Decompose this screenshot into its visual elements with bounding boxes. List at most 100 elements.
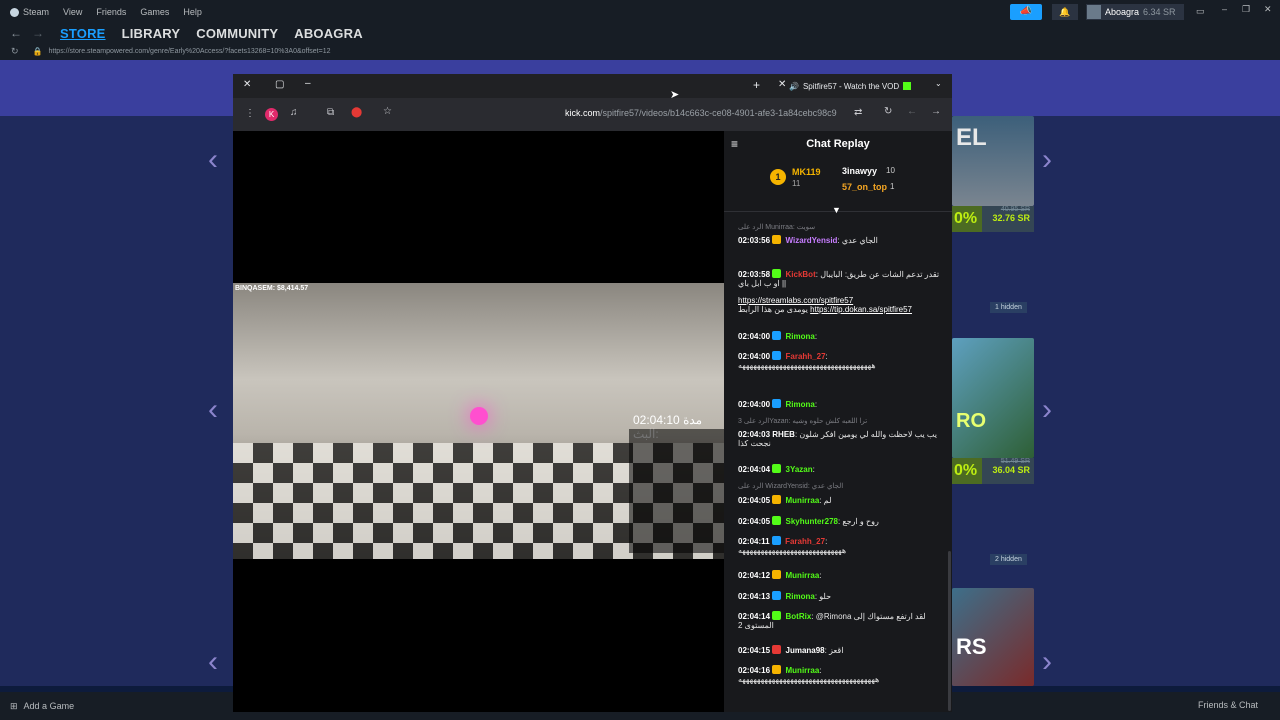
tip-link[interactable]: https://tip.dokan.sa/spitfire57 (810, 305, 912, 314)
maximize-button[interactable]: ❐ (1242, 4, 1250, 15)
minimize-window-icon[interactable]: – (305, 78, 311, 89)
tab-list-icon[interactable]: ⌄ (935, 79, 942, 88)
reload-icon[interactable]: ↻ (11, 46, 19, 57)
message-user[interactable]: Skyhunter278 (786, 517, 838, 526)
profile-avatar[interactable]: K (265, 108, 278, 121)
chat-message: 02:04:14 BotRix: @Rimona لقد ارتفع مستوا… (738, 611, 926, 630)
address-bar[interactable]: kick.com/spitfire57/videos/b14c663c-ce08… (565, 108, 837, 118)
menu-help[interactable]: Help (183, 7, 202, 17)
message-user[interactable]: Rimona (786, 332, 815, 341)
original-price-1: 40.95 SR (1000, 206, 1030, 213)
message-user[interactable]: Munirraa (786, 496, 820, 505)
message-time: 02:04:04 (738, 465, 771, 474)
message-time: 02:04:05 (738, 496, 771, 505)
expand-leaderboard-icon[interactable]: ▼ (832, 205, 841, 215)
nav-store[interactable]: STORE (60, 26, 106, 41)
minimize-button[interactable]: – (1222, 4, 1227, 14)
bell-icon: 🔔 (1059, 7, 1071, 17)
message-user[interactable]: Jumana98 (786, 646, 825, 655)
browser-toolbar: ⋮ K ♫ ⧉ ⬤ ☆ kick.com/spitfire57/videos/b… (233, 98, 952, 131)
game-tile-3-title: RS (956, 634, 987, 659)
bookmark-icon[interactable]: ☆ (383, 106, 392, 117)
chat-scrollbar[interactable] (948, 551, 951, 711)
maximize-window-icon[interactable]: ▢ (275, 79, 284, 90)
sub-badge-icon (771, 536, 781, 545)
menu-dots-icon[interactable]: ⋮ (245, 108, 255, 119)
forward-icon[interactable]: → (931, 106, 941, 117)
gift-badge-icon (772, 665, 782, 674)
message-user[interactable]: Munirraa (786, 666, 820, 675)
steam-menu[interactable]: Steam (10, 7, 49, 17)
streamlabs-link[interactable]: https://streamlabs.com/spitfire57 (738, 296, 942, 305)
media-icon[interactable]: ♫ (290, 107, 298, 118)
leader-3-count: 1 (890, 182, 895, 191)
adblock-icon[interactable]: ⬤ (351, 107, 362, 118)
carousel-next-2[interactable]: › (1042, 395, 1060, 425)
close-tab-icon[interactable]: ✕ (778, 79, 786, 90)
message-user[interactable]: Farahh_27 (786, 352, 826, 361)
account-button[interactable]: Aboagra 6.34 SR (1086, 4, 1184, 20)
message-user[interactable]: 3Yazan (786, 465, 813, 474)
browser-window: ✕ ▢ – + ✕ 🔊 Spitfire57 - Watch the VOD ⌄… (233, 74, 952, 712)
chat-reply-context: الرد على 3Yazan: ترا اللعبه كلش حلوه وشي… (738, 418, 868, 425)
game-tile-2-title: RO (956, 410, 986, 432)
back-icon[interactable]: ← (10, 26, 22, 40)
steam-menu-label: Steam (23, 7, 50, 17)
close-button[interactable]: ✕ (1264, 4, 1272, 15)
message-time: 02:04:00 (738, 352, 771, 361)
announcement-button[interactable]: 📣 (1010, 4, 1042, 20)
nav-community[interactable]: COMMUNITY (196, 26, 278, 41)
chat-message-links: https://streamlabs.com/spitfire57 يومدى … (738, 296, 942, 314)
carousel-next-1[interactable]: › (1042, 145, 1060, 175)
carousel-next-3[interactable]: › (1042, 647, 1060, 677)
game-tile-3[interactable]: RS (952, 588, 1034, 686)
carousel-prev-3[interactable]: ‹ (208, 647, 226, 677)
big-picture-icon[interactable]: ▭ (1196, 6, 1205, 17)
site-settings-icon[interactable]: ⇄ (854, 107, 862, 118)
carousel-prev-1[interactable]: ‹ (208, 145, 226, 175)
close-window-icon[interactable]: ✕ (243, 79, 251, 90)
sub-badge-icon (772, 351, 782, 360)
message-time: 02:04:05 (738, 517, 771, 526)
friends-chat-button[interactable]: Friends & Chat (1198, 700, 1258, 710)
nav-profile[interactable]: ABOAGRA (294, 26, 363, 41)
menu-games[interactable]: Games (140, 7, 169, 17)
game-tile-1[interactable]: EL (952, 116, 1034, 206)
avatar (1087, 5, 1101, 19)
message-user[interactable]: BotRix (786, 612, 812, 621)
active-tab[interactable]: 🔊 Spitfire57 - Watch the VOD (789, 76, 919, 96)
extensions-icon[interactable]: ⧉ (327, 107, 334, 118)
new-tab-icon[interactable]: + (753, 78, 760, 92)
forward-icon[interactable]: → (32, 26, 44, 40)
hidden-count-2[interactable]: 2 hidden (990, 554, 1027, 565)
menu-friends[interactable]: Friends (96, 7, 126, 17)
game-tile-2[interactable]: RO (952, 338, 1034, 458)
back-icon[interactable]: ← (907, 106, 917, 117)
chat-message: 02:04:15 Jumana98: اقعز (738, 645, 844, 655)
message-user[interactable]: RHEB (772, 430, 795, 439)
carousel-prev-2[interactable]: ‹ (208, 395, 226, 425)
message-user[interactable]: Farahh_27 (785, 537, 825, 546)
message-user[interactable]: KickBot (786, 270, 816, 279)
message-user[interactable]: Rimona (786, 592, 815, 601)
add-game-button[interactable]: Add a Game (24, 701, 75, 711)
hidden-count-1[interactable]: 1 hidden (990, 302, 1027, 313)
message-user[interactable]: WizardYensid (786, 236, 838, 245)
sub-badge-icon (772, 399, 782, 408)
chat-message: 02:04:12 Munirraa: (738, 570, 822, 580)
message-user[interactable]: Rimona (786, 400, 815, 409)
message-time: 02:04:00 (738, 400, 771, 409)
chat-message: 02:04:00 Farahh_27: هههههههههههههههههههه… (738, 351, 942, 370)
leader-1-name: MK119 (792, 167, 821, 177)
nav-library[interactable]: LIBRARY (122, 26, 181, 41)
overlay-chat (629, 429, 724, 553)
reload-icon[interactable]: ↻ (884, 106, 892, 117)
verified-badge-icon (772, 516, 782, 525)
message-user[interactable]: Munirraa (786, 571, 820, 580)
steam-url[interactable]: https://store.steampowered.com/genre/Ear… (49, 48, 331, 55)
video-player[interactable]: BINQASEM: $8,414.57 02:04:10 مدة البث: (233, 131, 724, 712)
chat-message: 02:04:00 Rimona: (738, 399, 818, 409)
menu-view[interactable]: View (63, 7, 82, 17)
notifications-button[interactable]: 🔔 (1052, 4, 1078, 20)
video-frame: BINQASEM: $8,414.57 02:04:10 مدة البث: (233, 283, 724, 559)
